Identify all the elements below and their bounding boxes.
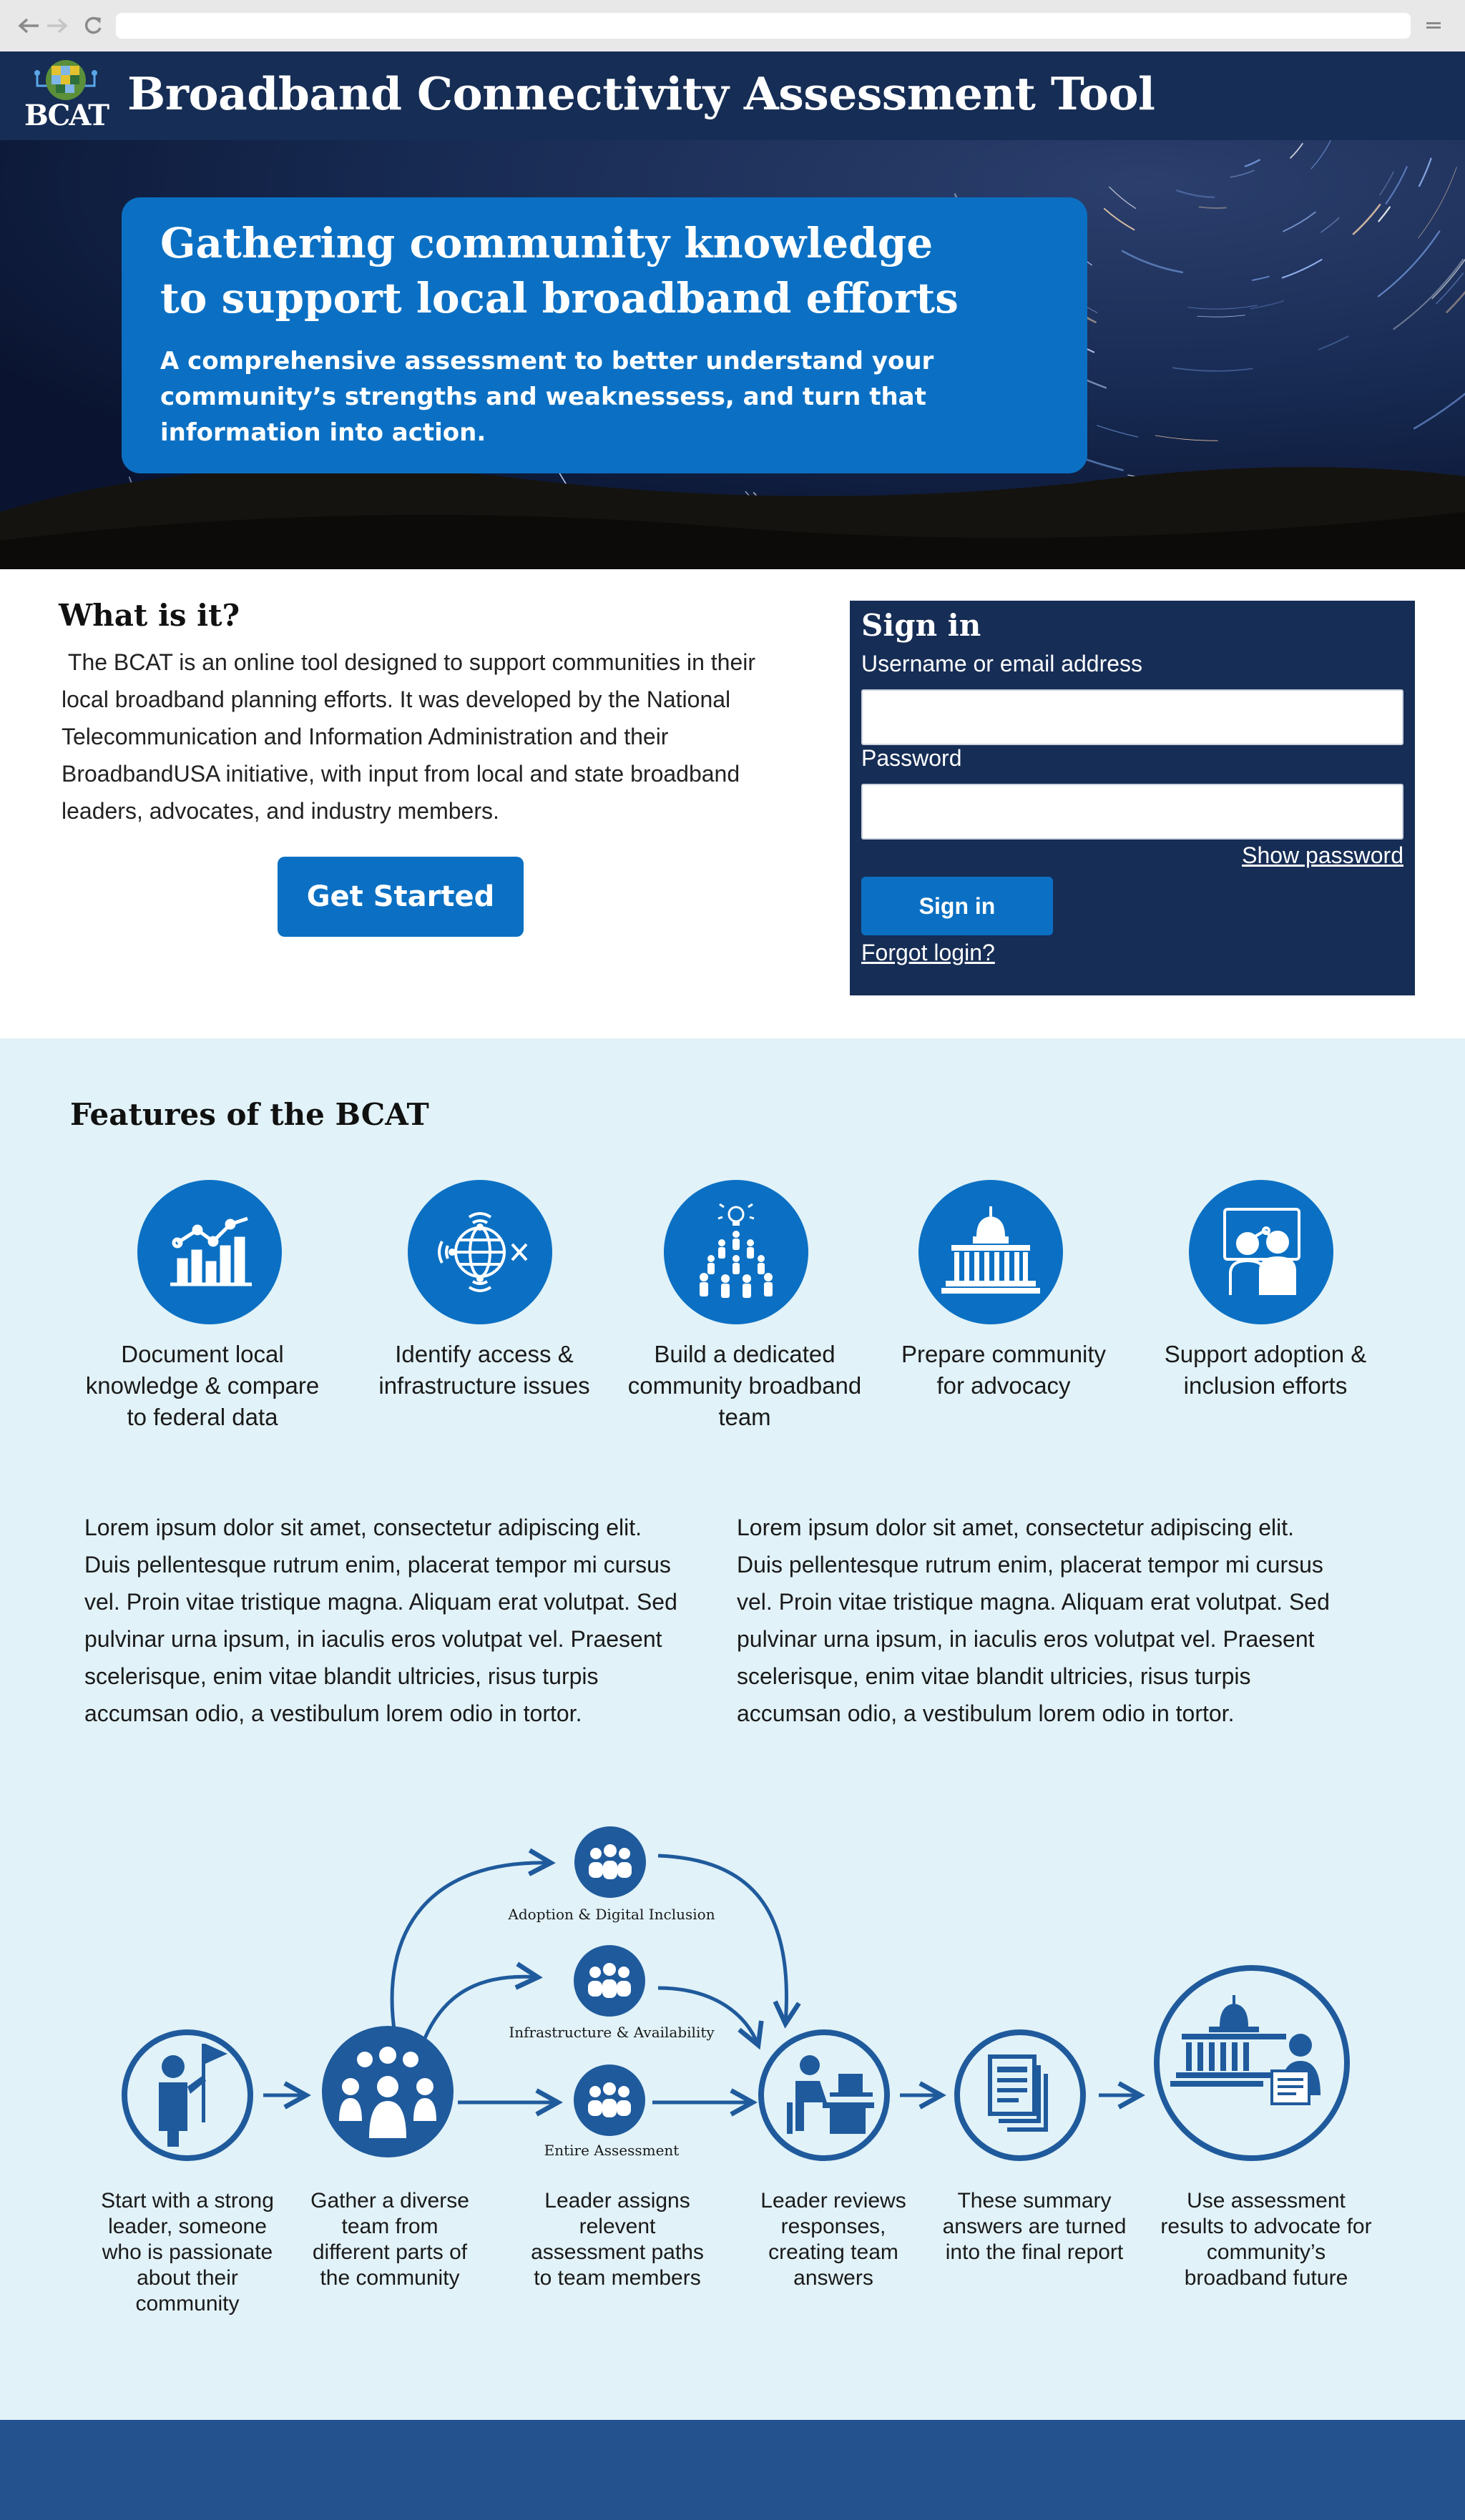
address-bar[interactable]	[116, 13, 1411, 39]
path-label-adoption: Adoption & Digital Inclusion	[508, 1906, 715, 1923]
username-label: Username or email address	[861, 651, 1143, 676]
hero-heading-line1: Gathering community knowledge	[160, 219, 934, 267]
feature-label-build-team: Build a dedicated community broadband te…	[627, 1341, 862, 1430]
features-title: Features of the BCAT	[70, 1097, 429, 1132]
reviewer-desk-icon	[758, 2029, 890, 2161]
chart-icon	[137, 1180, 282, 1324]
get-started-button[interactable]: Get Started	[278, 857, 524, 937]
signin-title: Sign in	[861, 608, 981, 643]
hero-heading-line2: to support local broadband efforts	[160, 274, 959, 323]
show-password-link[interactable]: Show password	[1216, 842, 1403, 869]
feature-label-document: Document local knowledge & compare to fe…	[85, 1341, 320, 1430]
password-label: Password	[861, 745, 962, 771]
forward-arrow-icon[interactable]	[43, 11, 72, 40]
password-field[interactable]	[861, 784, 1403, 840]
path-label-entire: Entire Assessment	[544, 2142, 680, 2159]
step-label-advocate: Use assessment results to advocate for c…	[1160, 2189, 1372, 2290]
step-label-review: Leader reviews responses, creating team …	[760, 2189, 906, 2290]
step-label-report: These summary answers are turned into th…	[942, 2189, 1127, 2264]
signin-button[interactable]: Sign in	[861, 877, 1053, 935]
process-diagram	[122, 1826, 1350, 2161]
hero-heading: Gathering community knowledge to support…	[160, 216, 1062, 326]
step-label-team: Gather a diverse team from different par…	[310, 2189, 469, 2290]
bcat-logo[interactable]: BCAT	[21, 54, 110, 137]
features-paragraph-right: Lorem ipsum dolor sit amet, consectetur …	[737, 1515, 1330, 1726]
feature-label-adoption: Support adoption & inclusion efforts	[1164, 1341, 1367, 1399]
leader-flag-icon	[122, 2029, 253, 2161]
back-arrow-icon[interactable]	[14, 11, 43, 40]
about-body: The BCAT is an online tool designed to s…	[62, 649, 762, 824]
logo-text: BCAT	[24, 99, 109, 132]
reload-icon[interactable]	[79, 11, 107, 40]
report-documents-icon	[954, 2029, 1086, 2161]
path-label-infrastructure: Infrastructure & Availability	[509, 2024, 715, 2041]
feature-label-identify: Identify access & infrastructure issues	[378, 1341, 590, 1399]
classroom-icon	[1189, 1180, 1333, 1324]
about-title: What is it?	[59, 598, 240, 633]
capitol-icon	[918, 1180, 1063, 1324]
username-field[interactable]	[861, 689, 1403, 745]
forgot-login-link[interactable]: Forgot login?	[861, 940, 995, 966]
globe-wireless-icon	[408, 1180, 552, 1324]
features-paragraph-left: Lorem ipsum dolor sit amet, consectetur …	[84, 1515, 677, 1726]
site-footer	[0, 2420, 1465, 2520]
team-idea-icon	[664, 1180, 808, 1324]
feature-label-advocacy: Prepare community for advocacy	[901, 1341, 1107, 1399]
advocate-capitol-icon	[1154, 1965, 1350, 2161]
team-group-icon	[322, 2026, 454, 2157]
step-label-assign: Leader assigns relevent assessment paths…	[531, 2189, 704, 2290]
hero-subheading: A comprehensive assessment to better und…	[160, 347, 934, 447]
step-label-leader: Start with a strong leader, someone who …	[101, 2189, 274, 2315]
menu-icon[interactable]	[1419, 11, 1448, 40]
site-title: Broadband Connectivity Assessment Tool	[127, 67, 1155, 120]
